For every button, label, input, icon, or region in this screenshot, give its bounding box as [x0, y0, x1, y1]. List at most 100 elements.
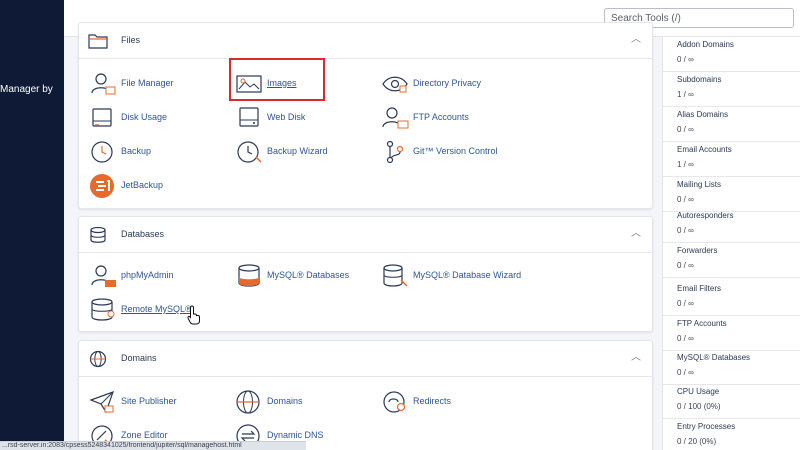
- tool-label: Directory Privacy: [413, 78, 482, 88]
- tool-backup[interactable]: Backup: [89, 139, 229, 165]
- phpmyadmin-icon: [91, 265, 116, 287]
- stat-value: 0 / ∞: [677, 195, 694, 204]
- tool-label: phpMyAdmin: [121, 270, 174, 280]
- disk-usage-icon: [92, 108, 112, 127]
- stat-value: 0 / ∞: [677, 299, 694, 308]
- tool-label: Dynamic DNS: [267, 430, 324, 440]
- stat-entry-processes: Entry Processes 0 / 20 (0%): [663, 419, 800, 450]
- stat-label: Autoresponders: [677, 211, 734, 220]
- stat-label: Email Filters: [677, 284, 722, 293]
- stat-addon-domains: Addon Domains 0 / ∞: [663, 37, 800, 72]
- statistics-sidebar: Addon Domains 0 / ∞ Subdomains 1 / ∞ Alias…: [662, 37, 800, 450]
- tool-label: Web Disk: [267, 112, 306, 122]
- site-publisher-icon: [89, 391, 114, 414]
- stat-label: Email Accounts: [677, 145, 732, 154]
- stat-value: 0 / ∞: [677, 55, 694, 64]
- databases-panel-title: Databases: [121, 229, 165, 239]
- tool-mysql-databases[interactable]: MySQL® Databases: [235, 263, 375, 289]
- stat-label: Addon Domains: [677, 40, 734, 49]
- stat-autoresponders: Autoresponders 0 / ∞: [663, 208, 800, 243]
- folder-icon: [88, 34, 108, 49]
- stat-value: 0 / 100 (0%): [677, 402, 721, 411]
- tool-redirects[interactable]: Redirects: [381, 389, 521, 415]
- web-disk-icon: [239, 107, 259, 127]
- browser-status-url: ...rsd-server.in:2083/cpsess5248341025/f…: [0, 441, 306, 450]
- mysql-wizard-icon: [383, 264, 408, 287]
- domains-icon: [236, 390, 260, 414]
- tool-label: Backup: [121, 146, 152, 156]
- stat-email-accounts: Email Accounts 1 / ∞: [663, 142, 800, 177]
- stat-label: Entry Processes: [677, 422, 736, 431]
- stat-value: 0 / ∞: [677, 226, 694, 235]
- tool-label: JetBackup: [121, 180, 164, 190]
- tool-label: MySQL® Database Wizard: [413, 270, 522, 280]
- stat-value: 0 / ∞: [677, 261, 694, 270]
- left-sidebar: Manager by: [0, 0, 64, 450]
- ftp-accounts-icon: [382, 107, 409, 129]
- chevron-up-icon[interactable]: ︿: [630, 352, 642, 364]
- jetbackup-icon: [90, 174, 114, 198]
- backup-wizard-icon: [237, 141, 262, 163]
- stat-mailing-lists: Mailing Lists 0 / ∞: [663, 177, 800, 212]
- tool-label: Redirects: [413, 396, 452, 406]
- tool-label: Disk Usage: [121, 112, 168, 122]
- tool-backup-wizard[interactable]: Backup Wizard: [235, 139, 375, 165]
- redirects-icon: [383, 391, 406, 413]
- stat-value: 1 / ∞: [677, 90, 694, 99]
- stat-mysql-databases: MySQL® Databases 0 / ∞: [663, 350, 800, 385]
- stat-email-filters: Email Filters 0 / ∞: [663, 281, 800, 316]
- stat-alias-domains: Alias Domains 0 / ∞: [663, 107, 800, 142]
- tool-label: Remote MySQL®: [121, 304, 192, 314]
- stat-label: Subdomains: [677, 75, 722, 84]
- stat-forwarders: Forwarders 0 / ∞: [663, 243, 800, 278]
- tool-label: FTP Accounts: [413, 112, 469, 122]
- stat-label: MySQL® Databases: [677, 353, 751, 362]
- tool-web-disk[interactable]: Web Disk: [235, 105, 375, 131]
- tool-label: Git™ Version Control: [413, 146, 498, 156]
- tool-remote-mysql[interactable]: Remote MySQL®: [89, 297, 229, 323]
- chevron-up-icon[interactable]: ︿: [630, 228, 642, 240]
- file-manager-icon: [91, 73, 116, 95]
- databases-panel-header[interactable]: Databases ︿: [79, 217, 652, 253]
- files-panel-header[interactable]: Files ︿: [79, 23, 652, 59]
- tool-label: Domains: [267, 396, 303, 406]
- files-panel: Files ︿ File Manager Images Directory Pr…: [78, 22, 653, 209]
- stat-label: Mailing Lists: [677, 180, 722, 189]
- images-highlight-box: [229, 58, 325, 101]
- database-icon: [90, 226, 106, 243]
- tool-site-publisher[interactable]: Site Publisher: [89, 389, 229, 415]
- globe-icon: [89, 350, 107, 368]
- stat-value: 0 / ∞: [677, 334, 694, 343]
- stat-value: 0 / ∞: [677, 125, 694, 134]
- remote-mysql-icon: [91, 298, 115, 321]
- tool-label: File Manager: [121, 78, 174, 88]
- tool-phpmyadmin[interactable]: phpMyAdmin: [89, 263, 229, 289]
- tool-file-manager[interactable]: File Manager: [89, 71, 229, 97]
- tool-mysql-database-wizard[interactable]: MySQL® Database Wizard: [381, 263, 521, 289]
- chevron-up-icon[interactable]: ︿: [630, 34, 642, 46]
- tool-label: Site Publisher: [121, 396, 177, 406]
- stat-label: Alias Domains: [677, 110, 729, 119]
- tool-label: Backup Wizard: [267, 146, 328, 156]
- tool-label: Zone Editor: [121, 430, 168, 440]
- tool-label: MySQL® Databases: [267, 270, 350, 280]
- stat-ftp-accounts: FTP Accounts 0 / ∞: [663, 316, 800, 351]
- databases-panel: Databases ︿ phpMyAdmin MySQL® Databases …: [78, 216, 653, 332]
- stat-label: CPU Usage: [677, 387, 720, 396]
- tool-domains[interactable]: Domains: [235, 389, 375, 415]
- stat-subdomains: Subdomains 1 / ∞: [663, 72, 800, 107]
- tool-ftp-accounts[interactable]: FTP Accounts: [381, 105, 521, 131]
- domains-panel: Domains ︿ Site Publisher Domains Redirec…: [78, 340, 653, 450]
- stat-label: Forwarders: [677, 246, 718, 255]
- files-panel-title: Files: [121, 35, 141, 45]
- stat-value: 1 / ∞: [677, 160, 694, 169]
- tool-disk-usage[interactable]: Disk Usage: [89, 105, 229, 131]
- tool-git-version-control[interactable]: Git™ Version Control: [381, 139, 521, 165]
- sidebar-brand-text: Manager by: [0, 84, 53, 95]
- git-icon: [386, 140, 404, 164]
- domains-panel-header[interactable]: Domains ︿: [79, 341, 652, 377]
- directory-privacy-icon: [382, 76, 408, 93]
- tool-directory-privacy[interactable]: Directory Privacy: [381, 71, 521, 97]
- tool-jetbackup[interactable]: JetBackup: [89, 173, 229, 199]
- mysql-databases-icon: [238, 264, 260, 287]
